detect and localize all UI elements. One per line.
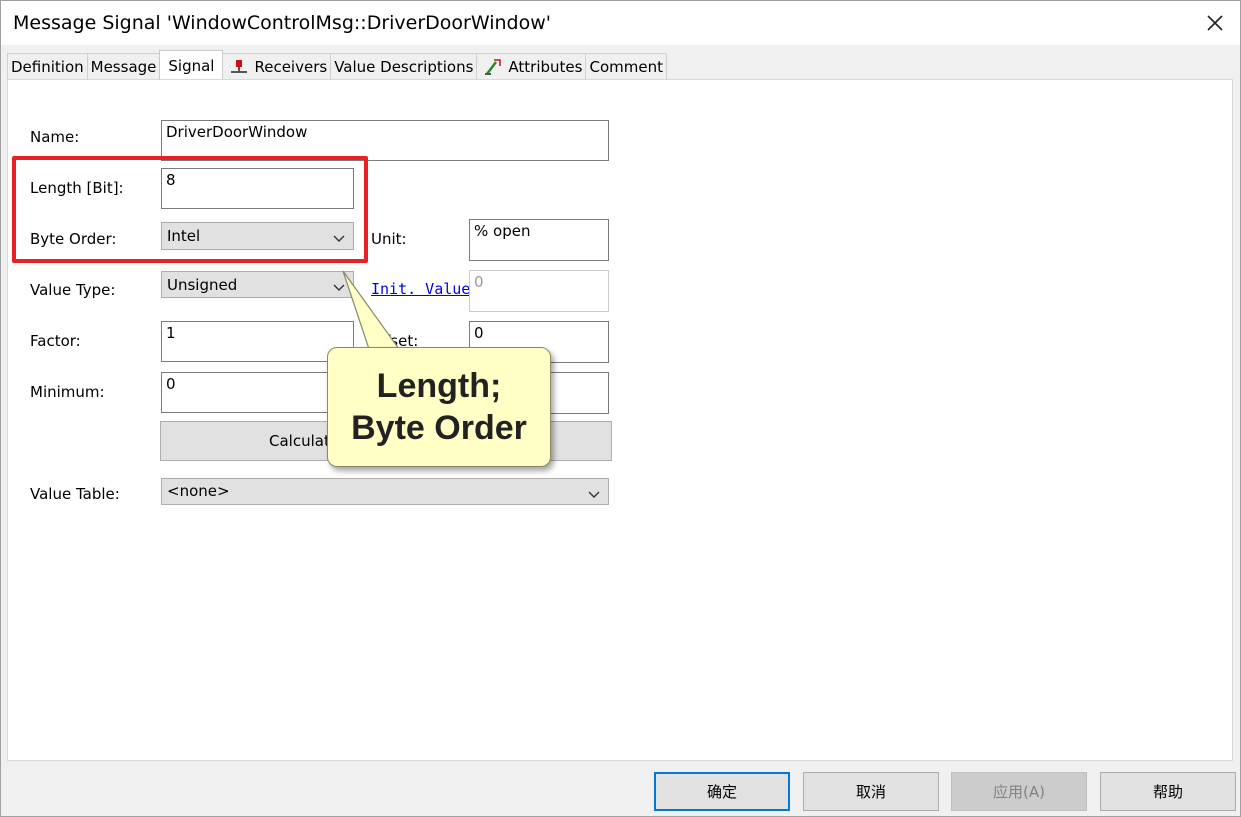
tab-definition[interactable]: Definition xyxy=(7,53,88,80)
minimum-input[interactable]: 0 xyxy=(161,372,354,413)
name-input[interactable]: DriverDoorWindow xyxy=(161,120,609,161)
receivers-icon xyxy=(230,59,248,75)
tab-value-descriptions[interactable]: Value Descriptions xyxy=(330,53,478,80)
help-button[interactable]: 帮助 xyxy=(1100,772,1236,811)
apply-button[interactable]: 应用(A) xyxy=(951,772,1087,811)
minimum-label: Minimum: xyxy=(30,383,105,401)
tab-message[interactable]: Message xyxy=(86,53,161,80)
length-input[interactable]: 8 xyxy=(161,168,354,209)
unit-label: Unit: xyxy=(371,230,407,248)
ok-button[interactable]: 确定 xyxy=(654,772,790,811)
callout-line-1: Length; xyxy=(376,367,502,405)
attributes-icon xyxy=(484,58,502,76)
close-button[interactable] xyxy=(1190,1,1240,45)
tab-signal[interactable]: Signal xyxy=(159,50,224,80)
length-label: Length [Bit]: xyxy=(30,179,124,197)
tab-comment[interactable]: Comment xyxy=(585,53,667,80)
chevron-down-icon xyxy=(588,485,600,503)
init-value-link[interactable]: Init. Value xyxy=(371,280,470,298)
callout-line-2: Byte Order xyxy=(351,409,527,447)
tab-attributes[interactable]: Attributes xyxy=(476,53,587,80)
window-title: Message Signal 'WindowControlMsg::Driver… xyxy=(13,12,551,34)
value-type-select[interactable]: Unsigned xyxy=(161,271,354,298)
cancel-button[interactable]: 取消 xyxy=(803,772,939,811)
byte-order-label: Byte Order: xyxy=(30,230,117,248)
name-label: Name: xyxy=(30,128,80,146)
title-bar: Message Signal 'WindowControlMsg::Driver… xyxy=(1,1,1240,45)
value-table-label: Value Table: xyxy=(30,485,120,503)
factor-label: Factor: xyxy=(30,332,81,350)
factor-input[interactable]: 1 xyxy=(161,321,354,362)
unit-input[interactable]: % open xyxy=(469,219,609,261)
dialog-window: Message Signal 'WindowControlMsg::Driver… xyxy=(0,0,1241,817)
tab-strip: Definition Message Signal Receivers Valu… xyxy=(7,50,667,80)
chevron-down-icon xyxy=(333,229,345,247)
annotation-callout: Length; Byte Order xyxy=(327,347,551,467)
close-icon xyxy=(1207,15,1223,31)
chevron-down-icon xyxy=(333,278,345,296)
byte-order-select[interactable]: Intel xyxy=(161,222,354,250)
value-type-label: Value Type: xyxy=(30,281,116,299)
tab-receivers[interactable]: Receivers xyxy=(222,53,332,80)
value-table-select[interactable]: <none> xyxy=(161,478,609,505)
init-value-input: 0 xyxy=(469,270,609,312)
